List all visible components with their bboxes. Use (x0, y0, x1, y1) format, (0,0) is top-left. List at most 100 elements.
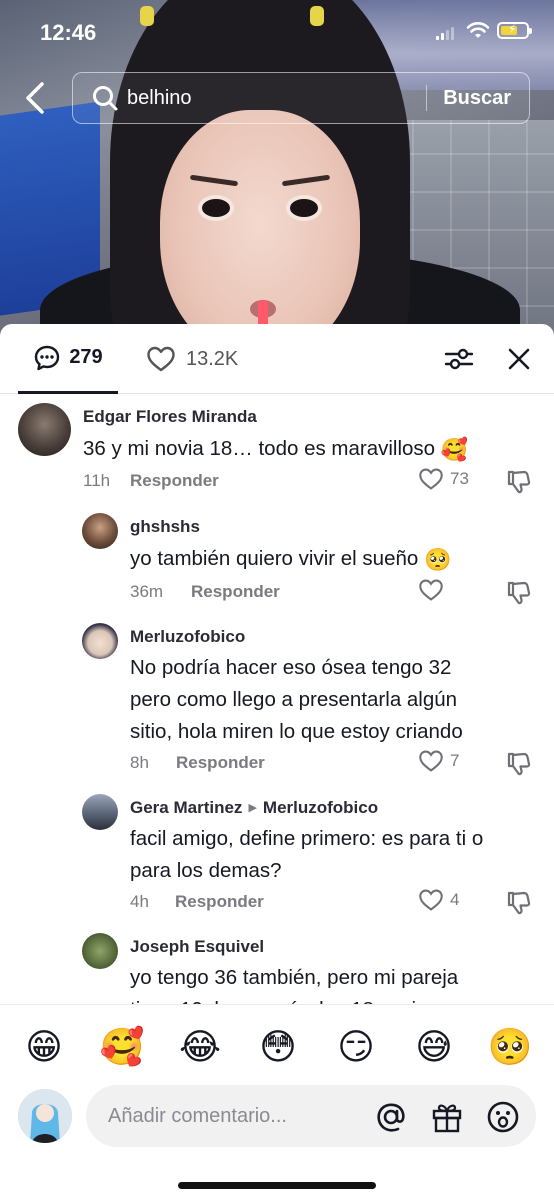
like-button[interactable]: 7 (418, 749, 459, 773)
emoji-button[interactable]: 😁 (20, 1023, 68, 1071)
emoji-button[interactable]: 🥰 (98, 1023, 146, 1071)
comment-input[interactable] (108, 1085, 368, 1147)
comment-icon (35, 345, 60, 370)
dislike-button[interactable] (505, 469, 531, 495)
like-count: 73 (450, 469, 469, 488)
smiley-icon (487, 1101, 519, 1133)
heart-icon (147, 346, 175, 372)
comment-text: yo también quiero vivir el sueño 🥺 (130, 543, 451, 576)
comment-text-line: sitio, hola miren lo que estoy criando (130, 720, 463, 743)
avatar[interactable] (82, 623, 118, 659)
like-button[interactable] (418, 578, 450, 602)
filter-button[interactable] (444, 346, 474, 372)
avatar-illustration (18, 1089, 72, 1143)
comment-text-line: pero como llego a presentarla algún (130, 688, 458, 711)
video-person-eye (286, 195, 322, 221)
comments-count: 279 (69, 346, 103, 368)
avatar[interactable] (82, 513, 118, 549)
sliders-icon (444, 348, 474, 370)
search-query[interactable]: belhino (127, 87, 426, 110)
battery-icon: ⚡ (497, 22, 532, 39)
dislike-button[interactable] (505, 890, 531, 916)
comment-reply: Joseph Esquivel yo tengo 36 también, per… (0, 925, 554, 1005)
comment-author[interactable]: Gera Martinez (130, 798, 242, 817)
comment-emoji: 🥺 (424, 547, 452, 572)
reply-arrow-icon: ▶ (248, 802, 257, 814)
avatar[interactable] (82, 933, 118, 969)
comment-author[interactable]: Edgar Flores Miranda (83, 407, 257, 427)
panel-header: 279 13.2K (0, 324, 554, 394)
thumbs-down-icon (507, 752, 531, 776)
like-count: 4 (450, 890, 460, 909)
dislike-button[interactable] (505, 751, 531, 777)
search-submit-button[interactable]: Buscar (427, 87, 529, 110)
comment-reply-to[interactable]: Merluzofobico (263, 798, 378, 817)
comment-emoji: 🥰 (440, 437, 469, 462)
comment-time: 36m (130, 582, 164, 601)
comment-reply: Merluzofobico No podría hacer eso ósea t… (0, 615, 554, 785)
dislike-button[interactable] (505, 580, 531, 606)
comments-list[interactable]: Edgar Flores Miranda 36 y mi novia 18… t… (0, 395, 554, 1005)
close-button[interactable] (506, 346, 532, 372)
tab-comments[interactable]: 279 (18, 324, 118, 394)
reply-button[interactable]: Responder (191, 582, 280, 602)
like-button[interactable]: 4 (418, 888, 459, 912)
comment-text: No podría hacer eso ósea tengo 32 pero c… (130, 652, 463, 748)
comment-composer-area: 😁 🥰 😂 😳 😏 😅 🥺 (0, 1004, 554, 1200)
thumbs-down-icon (507, 891, 531, 915)
avatar[interactable] (82, 794, 118, 830)
emoji-button[interactable]: 🥺 (486, 1023, 534, 1071)
mention-button[interactable] (374, 1100, 408, 1134)
comment-author[interactable]: ghshshs (130, 517, 200, 537)
wifi-icon (466, 22, 490, 38)
search-icon (93, 86, 118, 111)
signal-icon (436, 26, 454, 40)
quick-emoji-bar: 😁 🥰 😂 😳 😏 😅 🥺 (0, 1023, 554, 1073)
comment-reply: ghshshs yo también quiero vivir el sueño… (0, 505, 554, 615)
chevron-left-icon (26, 82, 44, 114)
comment-text-line: No podría hacer eso ósea tengo 32 (130, 656, 452, 679)
comment-author[interactable]: Merluzofobico (130, 627, 245, 647)
likes-count: 13.2K (186, 347, 239, 370)
emoji-picker-button[interactable] (486, 1100, 520, 1134)
gift-button[interactable] (430, 1100, 464, 1134)
comment-input-container (86, 1085, 536, 1147)
comment-text-body: 36 y mi novia 18… todo es maravilloso (83, 437, 436, 460)
video-person-eye (198, 195, 234, 221)
comment-time: 4h (130, 892, 149, 911)
reply-button[interactable]: Responder (130, 471, 219, 491)
comment-author-line: Gera Martinez ▶ Merluzofobico (130, 798, 378, 818)
comment-text-body: yo también quiero vivir el sueño (130, 547, 419, 570)
close-icon (508, 348, 530, 370)
home-indicator (178, 1182, 376, 1189)
like-count: 7 (450, 751, 460, 770)
comment-author[interactable]: Joseph Esquivel (130, 937, 264, 957)
status-bar: 12:46 ⚡ (0, 0, 554, 60)
like-button[interactable]: 73 (418, 467, 469, 491)
comment-text-line: para los demas? (130, 859, 282, 882)
back-button[interactable] (18, 78, 54, 118)
at-sign-icon (377, 1103, 405, 1132)
heart-icon (419, 889, 443, 911)
comment-text: facil amigo, define primero: es para ti … (130, 823, 483, 887)
tab-likes[interactable]: 13.2K (146, 324, 238, 394)
thumbs-down-icon (507, 581, 531, 605)
emoji-button[interactable]: 😅 (410, 1023, 458, 1071)
thumbs-down-icon (507, 470, 531, 494)
current-user-avatar[interactable] (18, 1089, 72, 1143)
comment-text-line: facil amigo, define primero: es para ti … (130, 827, 484, 850)
emoji-button[interactable]: 😂 (176, 1023, 224, 1071)
avatar[interactable] (18, 403, 71, 456)
reply-button[interactable]: Responder (176, 753, 265, 773)
search-bar[interactable]: belhino Buscar (72, 72, 530, 124)
comment-text-line: yo tengo 36 también, pero mi pareja (130, 966, 459, 989)
comment-time: 8h (130, 753, 149, 772)
status-time: 12:46 (40, 20, 97, 45)
comment-text: 36 y mi novia 18… todo es maravilloso 🥰 (83, 433, 468, 466)
comment-text: yo tengo 36 también, pero mi pareja tien… (130, 962, 489, 1005)
emoji-button[interactable]: 😳 (254, 1023, 302, 1071)
comment: Edgar Flores Miranda 36 y mi novia 18… t… (0, 395, 554, 505)
reply-button[interactable]: Responder (175, 892, 264, 912)
gift-icon (432, 1104, 462, 1133)
emoji-button[interactable]: 😏 (332, 1023, 380, 1071)
